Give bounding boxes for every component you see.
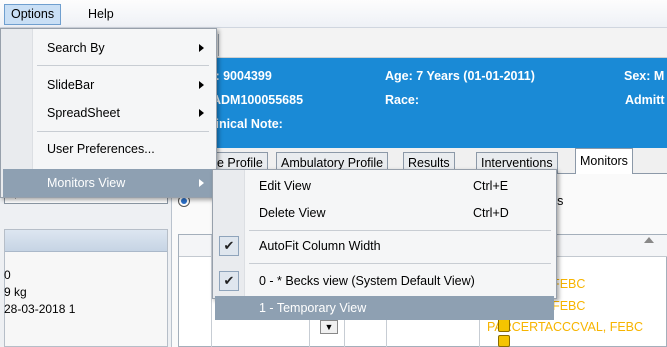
monitors-view-submenu: Edit View Ctrl+E Delete View Ctrl+D ✔ Au… [212, 169, 557, 320]
menu-item-label: 1 - Temporary View [259, 301, 367, 315]
monitor-cell: PARCERTACCCVAL, FEBC [487, 320, 644, 334]
menu-help[interactable]: Help [82, 4, 120, 25]
left-value-0: 0 [4, 268, 11, 282]
checkmark-icon: ✔ [219, 271, 239, 291]
menu-separator [249, 263, 551, 264]
menu-item-autofit-column-width[interactable]: ✔ AutoFit Column Width [215, 232, 554, 260]
menu-item-label: 0 - * Becks view (System Default View) [259, 274, 475, 288]
menu-options[interactable]: Options [4, 4, 62, 25]
patient-banner: l: 9004399 Age: 7 Years (01-01-2011) Sex… [172, 58, 667, 148]
submenu-arrow-icon [199, 44, 204, 52]
menu-item-becks-view[interactable]: ✔ 0 - * Becks view (System Default View) [215, 267, 554, 295]
row-dropdown-button[interactable]: ▼ [320, 320, 338, 334]
menu-item-temporary-view[interactable]: 1 - Temporary View [215, 296, 554, 320]
menu-item-shortcut: Ctrl+D [473, 206, 509, 220]
menu-item-shortcut: Ctrl+E [473, 179, 509, 193]
patient-race: Race: [385, 93, 420, 107]
menu-item-label: SlideBar [47, 78, 95, 92]
menu-item-label: AutoFit Column Width [259, 239, 381, 253]
menu-item-label: Edit View [259, 179, 311, 193]
checkmark-icon: ✔ [219, 236, 239, 256]
submenu-arrow-icon [199, 109, 204, 117]
menu-item-edit-view[interactable]: Edit View Ctrl+E [215, 172, 554, 200]
menu-item-user-preferences[interactable]: User Preferences... [3, 135, 214, 163]
menu-item-label: Monitors View [47, 176, 126, 190]
admission-number: ADM100055685 [212, 93, 304, 107]
patient-sex: Sex: M [624, 69, 665, 83]
submenu-arrow-icon [199, 179, 204, 187]
left-info-box [4, 229, 168, 347]
menu-separator [37, 65, 209, 66]
menu-item-delete-view[interactable]: Delete View Ctrl+D [215, 199, 554, 227]
tab-monitors[interactable]: Monitors [575, 148, 633, 175]
menu-item-slidebar[interactable]: SlideBar [3, 71, 214, 99]
menu-item-spreadsheet[interactable]: SpreadSheet [3, 99, 214, 127]
left-info-header [5, 230, 167, 252]
menu-item-label: User Preferences... [47, 142, 155, 156]
menu-item-label: SpreadSheet [47, 106, 120, 120]
patient-age: Age: 7 Years (01-01-2011) [385, 69, 535, 83]
menu-separator [249, 230, 551, 231]
document-icon[interactable] [498, 318, 510, 332]
toolbar-separator [218, 34, 219, 56]
clinical-note: linical Note: [212, 117, 283, 131]
patient-admitted: Admitt [625, 93, 665, 107]
menu-separator [37, 131, 209, 132]
menu-item-label: Delete View [259, 206, 326, 220]
toolbar [172, 28, 667, 58]
sort-ascending-icon[interactable] [644, 237, 654, 243]
menu-item-search-by[interactable]: Search By [3, 34, 214, 62]
left-value-date: 28-03-2018 1 [4, 302, 76, 316]
patient-id: l: 9004399 [212, 69, 272, 83]
options-menu: Search By SlideBar SpreadSheet User Pref… [0, 28, 217, 198]
left-value-weight: 9 kg [4, 285, 27, 299]
submenu-arrow-icon [199, 81, 204, 89]
menu-bar: Options Help [0, 0, 667, 28]
menu-item-monitors-view[interactable]: Monitors View [3, 169, 214, 197]
document-icon[interactable] [498, 335, 510, 347]
menu-item-label: Search By [47, 41, 105, 55]
